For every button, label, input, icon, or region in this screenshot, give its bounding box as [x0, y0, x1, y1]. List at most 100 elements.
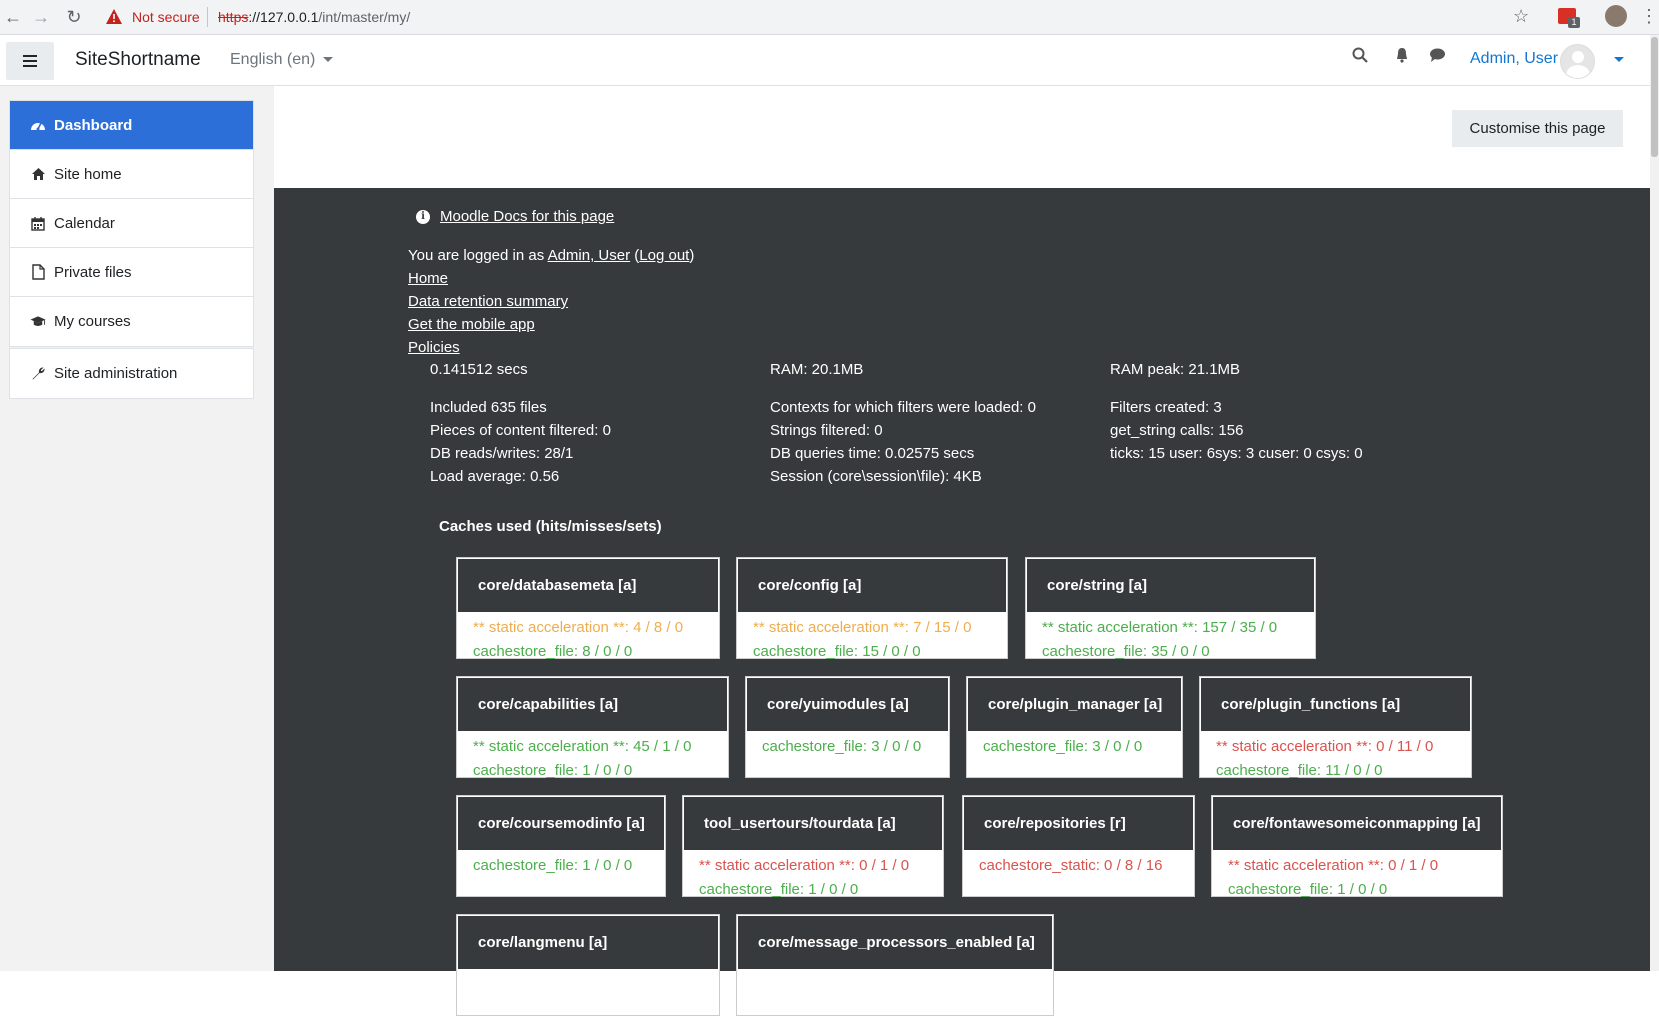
cache-box: core/databasemeta [a] ** static accelerat…	[456, 557, 720, 660]
logged-in-prefix: You are logged in as	[408, 247, 548, 264]
warning-icon[interactable]	[105, 8, 123, 26]
logout-link[interactable]: Log out	[639, 247, 689, 264]
cache-name: core/fontawesomeiconmapping [a]	[1213, 797, 1501, 850]
perf-filters-created: Filters created: 3	[1110, 399, 1222, 416]
nav-drawer-main: Dashboard Site home Calendar Private fil…	[9, 100, 254, 347]
caret-down-icon[interactable]	[1614, 57, 1624, 62]
sidebar-item-my-courses[interactable]: My courses	[10, 297, 253, 346]
user-menu-name[interactable]: Admin, User	[1470, 50, 1558, 68]
cache-stat-line: ** static acceleration **: 7 / 15 / 0	[753, 619, 972, 636]
home-icon	[30, 166, 46, 182]
cache-stats: cachestore_file: 1 / 0 / 0	[457, 851, 665, 882]
cache-stat-line: cachestore_file: 1 / 0 / 0	[473, 762, 633, 779]
cache-name: core/langmenu [a]	[458, 916, 718, 969]
page-footer: i Moodle Docs for this page You are logg…	[274, 188, 1650, 1016]
cache-stats: ** static acceleration **: 4 / 8 / 0 cach…	[457, 613, 719, 668]
perf-get-string: get_string calls: 156	[1110, 422, 1244, 439]
wrench-icon	[30, 366, 46, 382]
cache-name: core/coursemodinfo [a]	[458, 797, 664, 850]
language-label: English (en)	[230, 51, 316, 68]
cache-stat-line: ** static acceleration **: 0 / 1 / 0	[1228, 857, 1439, 874]
hamburger-icon	[23, 55, 37, 67]
cache-box: core/config [a] ** static acceleration **…	[736, 557, 1008, 660]
bell-icon[interactable]	[1394, 47, 1410, 63]
profile-link[interactable]: Admin, User	[548, 247, 631, 264]
cache-name: tool_usertours/tourdata [a]	[684, 797, 942, 850]
browser-profile-icon[interactable]	[1605, 5, 1627, 27]
reload-icon[interactable]: ↻	[61, 4, 87, 30]
url-host: ://127.0.0.1	[248, 9, 319, 25]
cache-stat-line: cachestore_file: 1 / 0 / 0	[699, 881, 859, 898]
nav-drawer-admin: Site administration	[9, 348, 254, 399]
home-link[interactable]: Home	[408, 270, 448, 287]
cache-box: core/plugin_functions [a] ** static accel…	[1199, 676, 1472, 779]
cache-stat-line: cachestore_file: 3 / 0 / 0	[762, 738, 922, 755]
cache-stats: cachestore_file: 3 / 0 / 0	[967, 732, 1182, 763]
cache-name: core/config [a]	[738, 559, 1006, 612]
sidebar-item-private-files[interactable]: Private files	[10, 248, 253, 297]
docs-line: i Moodle Docs for this page	[416, 208, 614, 225]
perf-time: 0.141512 secs	[430, 361, 528, 378]
cache-name: core/databasemeta [a]	[458, 559, 718, 612]
bookmark-star-icon[interactable]: ☆	[1513, 6, 1529, 27]
sidebar-item-label: Site home	[54, 165, 122, 183]
url-path: /int/master/my/	[318, 9, 411, 25]
extension-badge: 1	[1568, 17, 1580, 28]
cache-box: tool_usertours/tourdata [a] ** static acc…	[682, 795, 944, 898]
cache-stat-line: cachestore_file: 1 / 0 / 0	[1228, 881, 1388, 898]
cache-box: core/fontawesomeiconmapping [a] ** static…	[1211, 795, 1503, 898]
security-label[interactable]: Not secure	[132, 9, 200, 25]
sidebar-item-dashboard[interactable]: Dashboard	[10, 101, 253, 150]
cache-stats: ** static acceleration **: 45 / 1 / 0 cac…	[457, 732, 728, 787]
sidebar-item-site-administration[interactable]: Site administration	[10, 349, 253, 398]
cache-box: core/string [a] ** static acceleration **…	[1025, 557, 1316, 660]
scrollbar-thumb[interactable]	[1651, 37, 1658, 157]
url-bar[interactable]: https://127.0.0.1/int/master/my/	[218, 9, 410, 25]
browser-menu-icon[interactable]: ⋮	[1640, 6, 1658, 27]
cache-stats: ** static acceleration **: 7 / 15 / 0 cac…	[737, 613, 1007, 668]
moodle-docs-link[interactable]: Moodle Docs for this page	[440, 208, 614, 225]
cache-box: core/coursemodinfo [a] cachestore_file: 1…	[456, 795, 666, 897]
cache-name: core/repositories [r]	[964, 797, 1193, 850]
dashboard-icon	[30, 117, 46, 133]
logout-close-paren: )	[689, 247, 695, 264]
cache-box: core/langmenu [a]	[456, 914, 720, 1016]
url-divider	[207, 7, 208, 27]
sidebar-item-site-home[interactable]: Site home	[10, 150, 253, 199]
cache-stats	[737, 970, 1053, 977]
mobile-app-link[interactable]: Get the mobile app	[408, 316, 535, 333]
sidebar-item-label: Private files	[54, 263, 132, 281]
policies-link[interactable]: Policies	[408, 339, 460, 356]
perf-ram-peak: RAM peak: 21.1MB	[1110, 361, 1241, 378]
avatar[interactable]	[1560, 44, 1595, 79]
info-icon: i	[416, 209, 430, 224]
customise-page-button[interactable]: Customise this page	[1452, 110, 1623, 147]
data-retention-link[interactable]: Data retention summary	[408, 293, 568, 310]
forward-arrow-icon[interactable]: →	[28, 4, 54, 30]
cache-stat-line: ** static acceleration **: 0 / 11 / 0	[1216, 738, 1434, 755]
sidebar-item-label: My courses	[54, 313, 131, 330]
perf-ram: RAM: 20.1MB	[770, 361, 864, 378]
cache-stats	[457, 970, 719, 977]
logout-open-paren: (	[630, 247, 640, 264]
drawer-toggle-button[interactable]	[6, 42, 54, 80]
chat-icon[interactable]	[1429, 47, 1446, 63]
back-arrow-icon[interactable]: ←	[0, 4, 26, 30]
cache-stat-line: cachestore_file: 35 / 0 / 0	[1042, 643, 1210, 660]
perf-contexts: Contexts for which filters were loaded: …	[770, 399, 1036, 416]
sidebar-item-calendar[interactable]: Calendar	[10, 199, 253, 248]
page-scrollbar[interactable]	[1650, 35, 1659, 971]
language-menu[interactable]: English (en)	[230, 51, 334, 69]
cache-stat-line: cachestore_file: 11 / 0 / 0	[1216, 762, 1383, 779]
sidebar-item-label: Dashboard	[54, 116, 133, 134]
calendar-icon	[30, 215, 46, 231]
login-info: You are logged in as Admin, User (Log ou…	[408, 247, 694, 264]
cache-name: core/capabilities [a]	[458, 678, 727, 731]
nav-drawer: Dashboard Site home Calendar Private fil…	[0, 86, 274, 971]
cache-stat-line: ** static acceleration **: 157 / 35 / 0	[1042, 619, 1278, 636]
cache-name: core/yuimodules [a]	[747, 678, 948, 731]
search-icon[interactable]	[1352, 47, 1368, 63]
site-name[interactable]: SiteShortname	[75, 49, 201, 71]
cache-stat-line: cachestore_file: 1 / 0 / 0	[473, 857, 633, 874]
caches-title: Caches used (hits/misses/sets)	[439, 518, 662, 535]
